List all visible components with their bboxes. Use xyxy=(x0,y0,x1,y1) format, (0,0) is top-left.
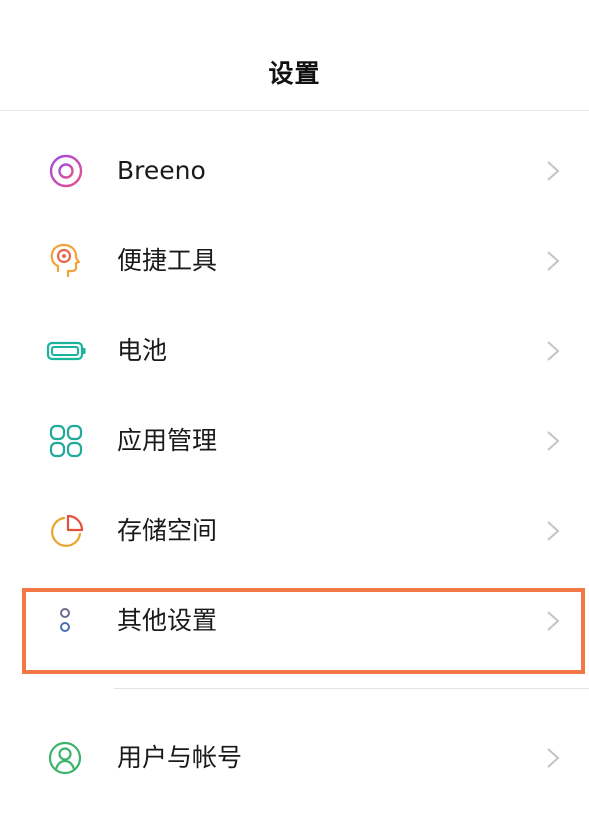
settings-screen: 设置 Breeno 便捷工具 电池 应用管理 存储空间 其他设置 用户与帐号 xyxy=(0,0,589,819)
storage-icon xyxy=(44,508,90,554)
settings-item-user-account[interactable]: 用户与帐号 xyxy=(0,713,589,803)
settings-item-label: Breeno xyxy=(117,156,206,185)
page-title: 设置 xyxy=(268,59,321,88)
chevron-right-icon xyxy=(545,610,561,632)
settings-item-battery[interactable]: 电池 xyxy=(0,306,589,396)
settings-item-label: 电池 xyxy=(117,336,168,365)
chevron-right-icon xyxy=(545,340,561,362)
section-divider xyxy=(114,688,589,689)
settings-item-label: 用户与帐号 xyxy=(117,743,243,772)
convenience-tools-icon xyxy=(44,238,90,284)
settings-item-breeno[interactable]: Breeno xyxy=(0,126,589,216)
user-account-icon xyxy=(44,735,90,781)
battery-icon xyxy=(44,328,90,374)
other-settings-icon xyxy=(44,598,90,644)
chevron-right-icon xyxy=(545,747,561,769)
header: 设置 xyxy=(0,0,589,110)
chevron-right-icon xyxy=(545,160,561,182)
settings-item-storage[interactable]: 存储空间 xyxy=(0,486,589,576)
settings-item-label: 其他设置 xyxy=(117,606,218,635)
settings-item-other-settings[interactable]: 其他设置 xyxy=(0,576,589,666)
settings-item-label: 应用管理 xyxy=(117,426,218,455)
chevron-right-icon xyxy=(545,430,561,452)
header-divider xyxy=(0,110,589,111)
settings-item-convenience-tools[interactable]: 便捷工具 xyxy=(0,216,589,306)
settings-item-app-management[interactable]: 应用管理 xyxy=(0,396,589,486)
app-management-icon xyxy=(44,418,90,464)
chevron-right-icon xyxy=(545,250,561,272)
chevron-right-icon xyxy=(545,520,561,542)
settings-item-label: 存储空间 xyxy=(117,516,218,545)
settings-item-label: 便捷工具 xyxy=(117,246,218,275)
breeno-icon xyxy=(44,148,90,194)
